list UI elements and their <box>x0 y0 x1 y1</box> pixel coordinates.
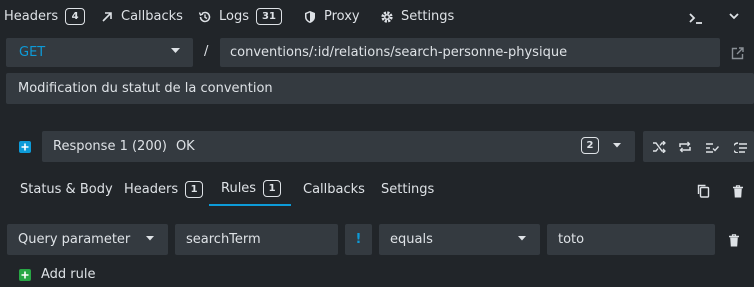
add-rule-label: Add rule <box>41 267 96 282</box>
tab-callbacks-label: Callbacks <box>121 9 183 24</box>
tab-response-callbacks[interactable]: Callbacks <box>303 173 365 206</box>
tab-status-body-label: Status & Body <box>20 182 113 197</box>
arrow-up-right-icon <box>100 10 114 24</box>
rule-invert-toggle[interactable]: ! <box>345 224 372 255</box>
list-edit-icon[interactable] <box>732 138 750 156</box>
history-icon <box>198 10 212 24</box>
path-value: conventions/:id/relations/search-personn… <box>230 45 568 60</box>
tab-logs[interactable]: Logs 31 <box>198 0 282 33</box>
rule-property-value: searchTerm <box>186 232 261 247</box>
top-tab-bar: Headers 4 Callbacks Logs 31 Proxy Settin… <box>0 0 754 33</box>
caret-down-icon <box>518 236 526 241</box>
shield-icon <box>303 10 317 24</box>
tab-logs-label: Logs <box>219 9 249 24</box>
logs-count-badge: 31 <box>256 8 282 25</box>
add-rule-button[interactable]: Add rule <box>19 267 96 282</box>
external-link-icon[interactable] <box>729 45 745 61</box>
gear-icon <box>380 10 394 24</box>
trash-icon[interactable] <box>729 182 747 200</box>
path-input[interactable]: conventions/:id/relations/search-personn… <box>220 38 720 67</box>
tab-response-settings-label: Settings <box>381 182 435 197</box>
tab-proxy-label: Proxy <box>324 9 360 24</box>
path-separator: / <box>204 44 209 59</box>
response-count-badge: 2 <box>581 137 599 154</box>
tab-status-body[interactable]: Status & Body <box>20 173 113 206</box>
caret-down-icon <box>171 48 180 54</box>
rule-target-select[interactable]: Query parameter <box>7 224 168 255</box>
add-response-icon[interactable] <box>19 141 31 153</box>
caret-down-icon <box>146 236 154 241</box>
method-select[interactable]: GET <box>6 38 193 67</box>
tab-response-callbacks-label: Callbacks <box>303 182 365 197</box>
response-headers-count-badge: 1 <box>185 181 204 198</box>
rule-value: toto <box>558 232 585 247</box>
response-status: OK <box>175 139 195 154</box>
response-label: Response 1 (200) <box>53 139 167 154</box>
tab-headers[interactable]: Headers 4 <box>4 0 86 33</box>
route-description-value: Modification du statut de la convention <box>18 81 273 96</box>
tab-proxy[interactable]: Proxy <box>303 0 360 33</box>
route-description-input[interactable]: Modification du statut de la convention <box>6 73 754 104</box>
rule-value-input[interactable]: toto <box>547 224 715 255</box>
tab-response-headers-label: Headers <box>124 182 179 197</box>
terminal-icon[interactable] <box>686 8 706 28</box>
tab-settings-top[interactable]: Settings <box>380 0 454 33</box>
delete-rule-trash-icon[interactable] <box>725 231 743 249</box>
response-toolbar <box>643 131 754 162</box>
tab-headers-label: Headers <box>4 9 59 24</box>
response-select[interactable]: Response 1 (200) OK 2 <box>42 131 635 162</box>
caret-down-icon <box>613 143 621 148</box>
chevron-down-icon[interactable] <box>724 6 744 26</box>
tab-rules[interactable]: Rules 1 <box>209 173 291 206</box>
rule-target-value: Query parameter <box>18 232 131 247</box>
tab-rules-label: Rules <box>221 181 257 196</box>
tab-response-settings[interactable]: Settings <box>381 173 434 206</box>
repeat-icon[interactable] <box>676 138 694 156</box>
rules-count-badge: 1 <box>263 180 282 197</box>
rule-operator-select[interactable]: equals <box>379 224 540 255</box>
tab-callbacks[interactable]: Callbacks <box>100 0 183 33</box>
headers-count-badge: 4 <box>65 8 86 25</box>
copy-icon[interactable] <box>694 182 712 200</box>
rule-property-input[interactable]: searchTerm <box>175 224 338 255</box>
playlist-check-icon[interactable] <box>703 138 721 156</box>
rule-operator-value: equals <box>390 232 433 247</box>
tab-response-headers[interactable]: Headers 1 <box>124 173 204 206</box>
rule-invert-label: ! <box>355 232 362 247</box>
shuffle-icon[interactable] <box>650 138 668 156</box>
method-value: GET <box>19 45 46 60</box>
plus-square-icon <box>19 268 31 281</box>
tab-settings-top-label: Settings <box>401 9 455 24</box>
